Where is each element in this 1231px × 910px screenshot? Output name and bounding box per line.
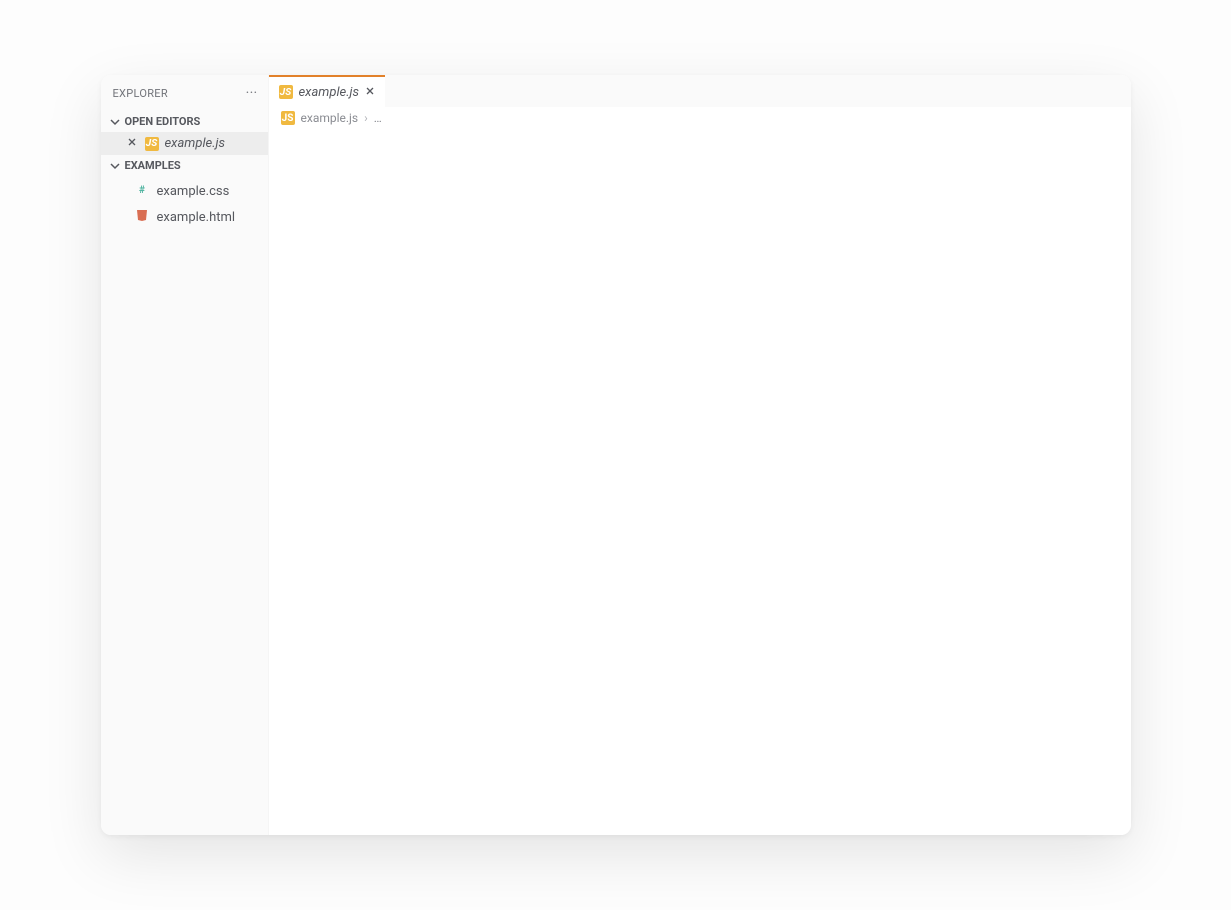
file-list: # example.css example.html [101, 176, 268, 232]
chevron-right-icon: › [364, 111, 368, 125]
examples-label: EXAMPLES [125, 159, 181, 172]
code-editor[interactable] [269, 129, 1131, 835]
code-content[interactable] [319, 129, 1131, 835]
breadcrumb-file: example.js [301, 111, 359, 125]
open-editor-file-name: example.js [165, 136, 226, 151]
tab-example-js[interactable]: JS example.js [269, 75, 386, 107]
examples-section[interactable]: EXAMPLES [101, 155, 268, 176]
sidebar-header: EXPLORER ··· [101, 75, 268, 111]
svg-text:#: # [139, 185, 145, 196]
chevron-down-icon [109, 117, 121, 127]
js-file-icon: JS [281, 111, 295, 125]
close-icon[interactable] [365, 85, 375, 100]
open-editor-item[interactable]: JS example.js [101, 132, 268, 155]
breadcrumb[interactable]: JS example.js › … [269, 107, 1131, 129]
css-file-icon: # [135, 182, 149, 200]
file-name-label: example.css [157, 184, 230, 199]
editor-window: EXPLORER ··· OPEN EDITORS JS example.js … [101, 75, 1131, 835]
sidebar: EXPLORER ··· OPEN EDITORS JS example.js … [101, 75, 269, 835]
file-item-example-css[interactable]: # example.css [101, 178, 268, 204]
js-file-icon: JS [145, 137, 159, 151]
tab-label: example.js [299, 85, 360, 100]
sidebar-title: EXPLORER [113, 87, 168, 100]
breadcrumb-rest: … [374, 111, 382, 125]
open-editors-label: OPEN EDITORS [125, 115, 201, 128]
tab-bar: JS example.js [269, 75, 1131, 107]
line-number-gutter [269, 129, 319, 835]
open-editors-section[interactable]: OPEN EDITORS [101, 111, 268, 132]
sidebar-more-icon[interactable]: ··· [246, 85, 258, 101]
file-item-example-html[interactable]: example.html [101, 204, 268, 230]
close-icon[interactable] [127, 136, 139, 151]
file-name-label: example.html [157, 210, 236, 225]
html-file-icon [135, 208, 149, 226]
js-file-icon: JS [279, 85, 293, 99]
chevron-down-icon [109, 161, 121, 171]
main-area: JS example.js JS example.js › … [269, 75, 1131, 835]
